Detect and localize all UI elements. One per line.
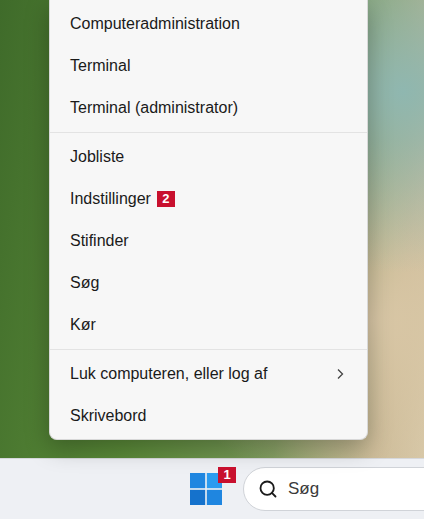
menu-item[interactable]: Jobliste	[50, 136, 367, 178]
menu-item[interactable]: Indstillinger 2	[50, 178, 367, 220]
annotation-badge: 2	[157, 191, 175, 207]
menu-item-label: Computeradministration	[70, 15, 240, 33]
menu-item-label: Kør	[70, 316, 96, 334]
menu-item[interactable]: Computeradministration	[50, 3, 367, 45]
menu-item[interactable]: Terminal (administrator)	[50, 87, 367, 129]
menu-item[interactable]: Stifinder	[50, 220, 367, 262]
menu-item[interactable]: Luk computeren, eller log af	[50, 353, 367, 395]
search-box[interactable]: Søg	[243, 467, 424, 511]
menu-item[interactable]: Kør	[50, 304, 367, 346]
menu-item-label: Stifinder	[70, 232, 129, 250]
menu-item-label: Søg	[70, 274, 99, 292]
search-placeholder: Søg	[288, 479, 319, 499]
menu-item[interactable]: Skrivebord	[50, 395, 367, 437]
context-menu: Computeradministration Terminal Terminal (…	[49, 0, 368, 440]
menu-separator	[50, 349, 367, 350]
chevron-right-icon	[335, 368, 345, 380]
menu-item[interactable]: Terminal	[50, 45, 367, 87]
search-icon	[258, 479, 278, 499]
screen: Computeradministration Terminal Terminal (…	[0, 0, 424, 519]
menu-separator	[50, 132, 367, 133]
menu-item-label: Luk computeren, eller log af	[70, 365, 267, 383]
menu-item-label: Terminal (administrator)	[70, 99, 238, 117]
menu-item-label: Terminal	[70, 57, 130, 75]
menu-item-label: Skrivebord	[70, 407, 146, 425]
start-button[interactable]: 1	[182, 465, 230, 513]
menu-item-label: Jobliste	[70, 148, 124, 166]
menu-item-label: Indstillinger	[70, 190, 151, 208]
taskbar: 1 Søg	[0, 458, 424, 519]
menu-item[interactable]: Søg	[50, 262, 367, 304]
annotation-badge: 1	[218, 467, 236, 483]
